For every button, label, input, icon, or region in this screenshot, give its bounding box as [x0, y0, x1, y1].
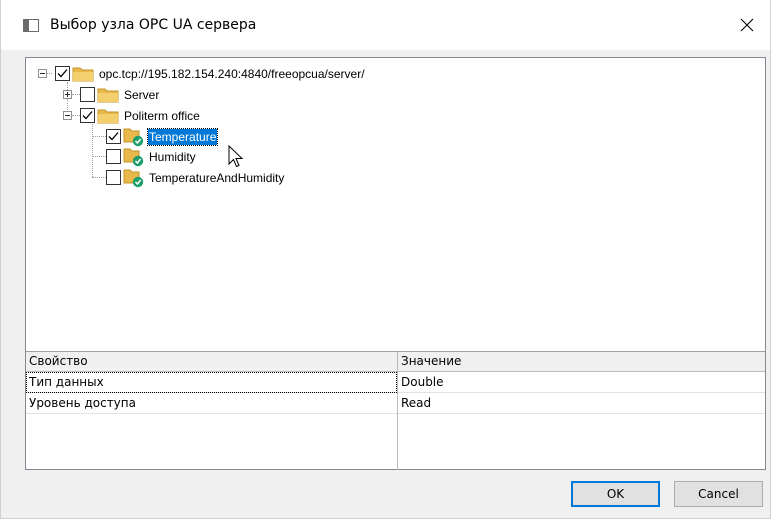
mouse-cursor-icon — [228, 145, 244, 168]
table-row[interactable]: Уровень доступа Read — [26, 393, 765, 414]
server-checkbox[interactable] — [80, 87, 95, 102]
dialog-window: Выбор узла OPC UA сервера opc.tcp://195.… — [0, 0, 771, 519]
column-header-property[interactable]: Свойство — [26, 352, 397, 372]
tree-line — [92, 177, 106, 178]
tree-node-label[interactable]: Humidity — [149, 149, 196, 165]
properties-grid: Свойство Значение Тип данных Double Уров… — [26, 351, 765, 470]
root-checkbox[interactable] — [55, 66, 70, 81]
checkmark-icon — [82, 111, 93, 120]
window-app-icon — [23, 19, 39, 32]
collapse-icon[interactable] — [38, 69, 47, 78]
tree-line — [92, 136, 106, 137]
politerm-checkbox[interactable] — [80, 108, 95, 123]
expand-icon[interactable] — [63, 90, 72, 99]
close-button[interactable] — [724, 0, 770, 50]
close-icon — [740, 18, 754, 32]
temperature-and-humidity-checkbox[interactable] — [106, 170, 121, 185]
tree-node-label[interactable]: TemperatureAndHumidity — [149, 170, 284, 186]
tree-node-label[interactable]: opc.tcp://195.182.154.240:4840/freeopcua… — [99, 66, 365, 82]
property-cell[interactable]: Уровень доступа — [26, 393, 397, 414]
tree-line — [92, 124, 93, 177]
tree-node-label[interactable]: Politerm office — [124, 108, 200, 124]
variable-node-icon — [123, 148, 144, 167]
variable-node-icon — [123, 169, 144, 188]
node-tree[interactable]: opc.tcp://195.182.154.240:4840/freeopcua… — [26, 58, 765, 351]
folder-icon — [97, 109, 119, 124]
tree-node-label[interactable]: Server — [124, 87, 159, 103]
tree-line — [72, 94, 80, 95]
content-panel: opc.tcp://195.182.154.240:4840/freeopcua… — [25, 57, 766, 470]
checkmark-icon — [57, 69, 68, 78]
column-header-value[interactable]: Значение — [398, 352, 767, 372]
value-cell[interactable]: Read — [398, 393, 767, 414]
title-bar: Выбор узла OPC UA сервера — [1, 0, 770, 50]
variable-node-icon — [123, 128, 144, 147]
collapse-icon[interactable] — [63, 111, 72, 120]
window-title: Выбор узла OPC UA сервера — [50, 17, 257, 33]
property-cell[interactable]: Тип данных — [26, 372, 397, 393]
table-row[interactable]: Тип данных Double — [26, 372, 765, 393]
ok-button[interactable]: OK — [571, 481, 660, 507]
value-cell[interactable]: Double — [398, 372, 767, 393]
temperature-checkbox[interactable] — [106, 129, 121, 144]
properties-grid-header: Свойство Значение — [26, 352, 765, 372]
cancel-button[interactable]: Cancel — [674, 481, 763, 507]
tree-node-label[interactable]: Temperature — [146, 128, 219, 146]
tree-line — [92, 156, 106, 157]
humidity-checkbox[interactable] — [106, 149, 121, 164]
checkmark-icon — [108, 132, 119, 141]
folder-icon — [72, 67, 94, 82]
column-separator[interactable] — [397, 352, 398, 470]
folder-icon — [97, 88, 119, 103]
tree-line — [72, 115, 80, 116]
